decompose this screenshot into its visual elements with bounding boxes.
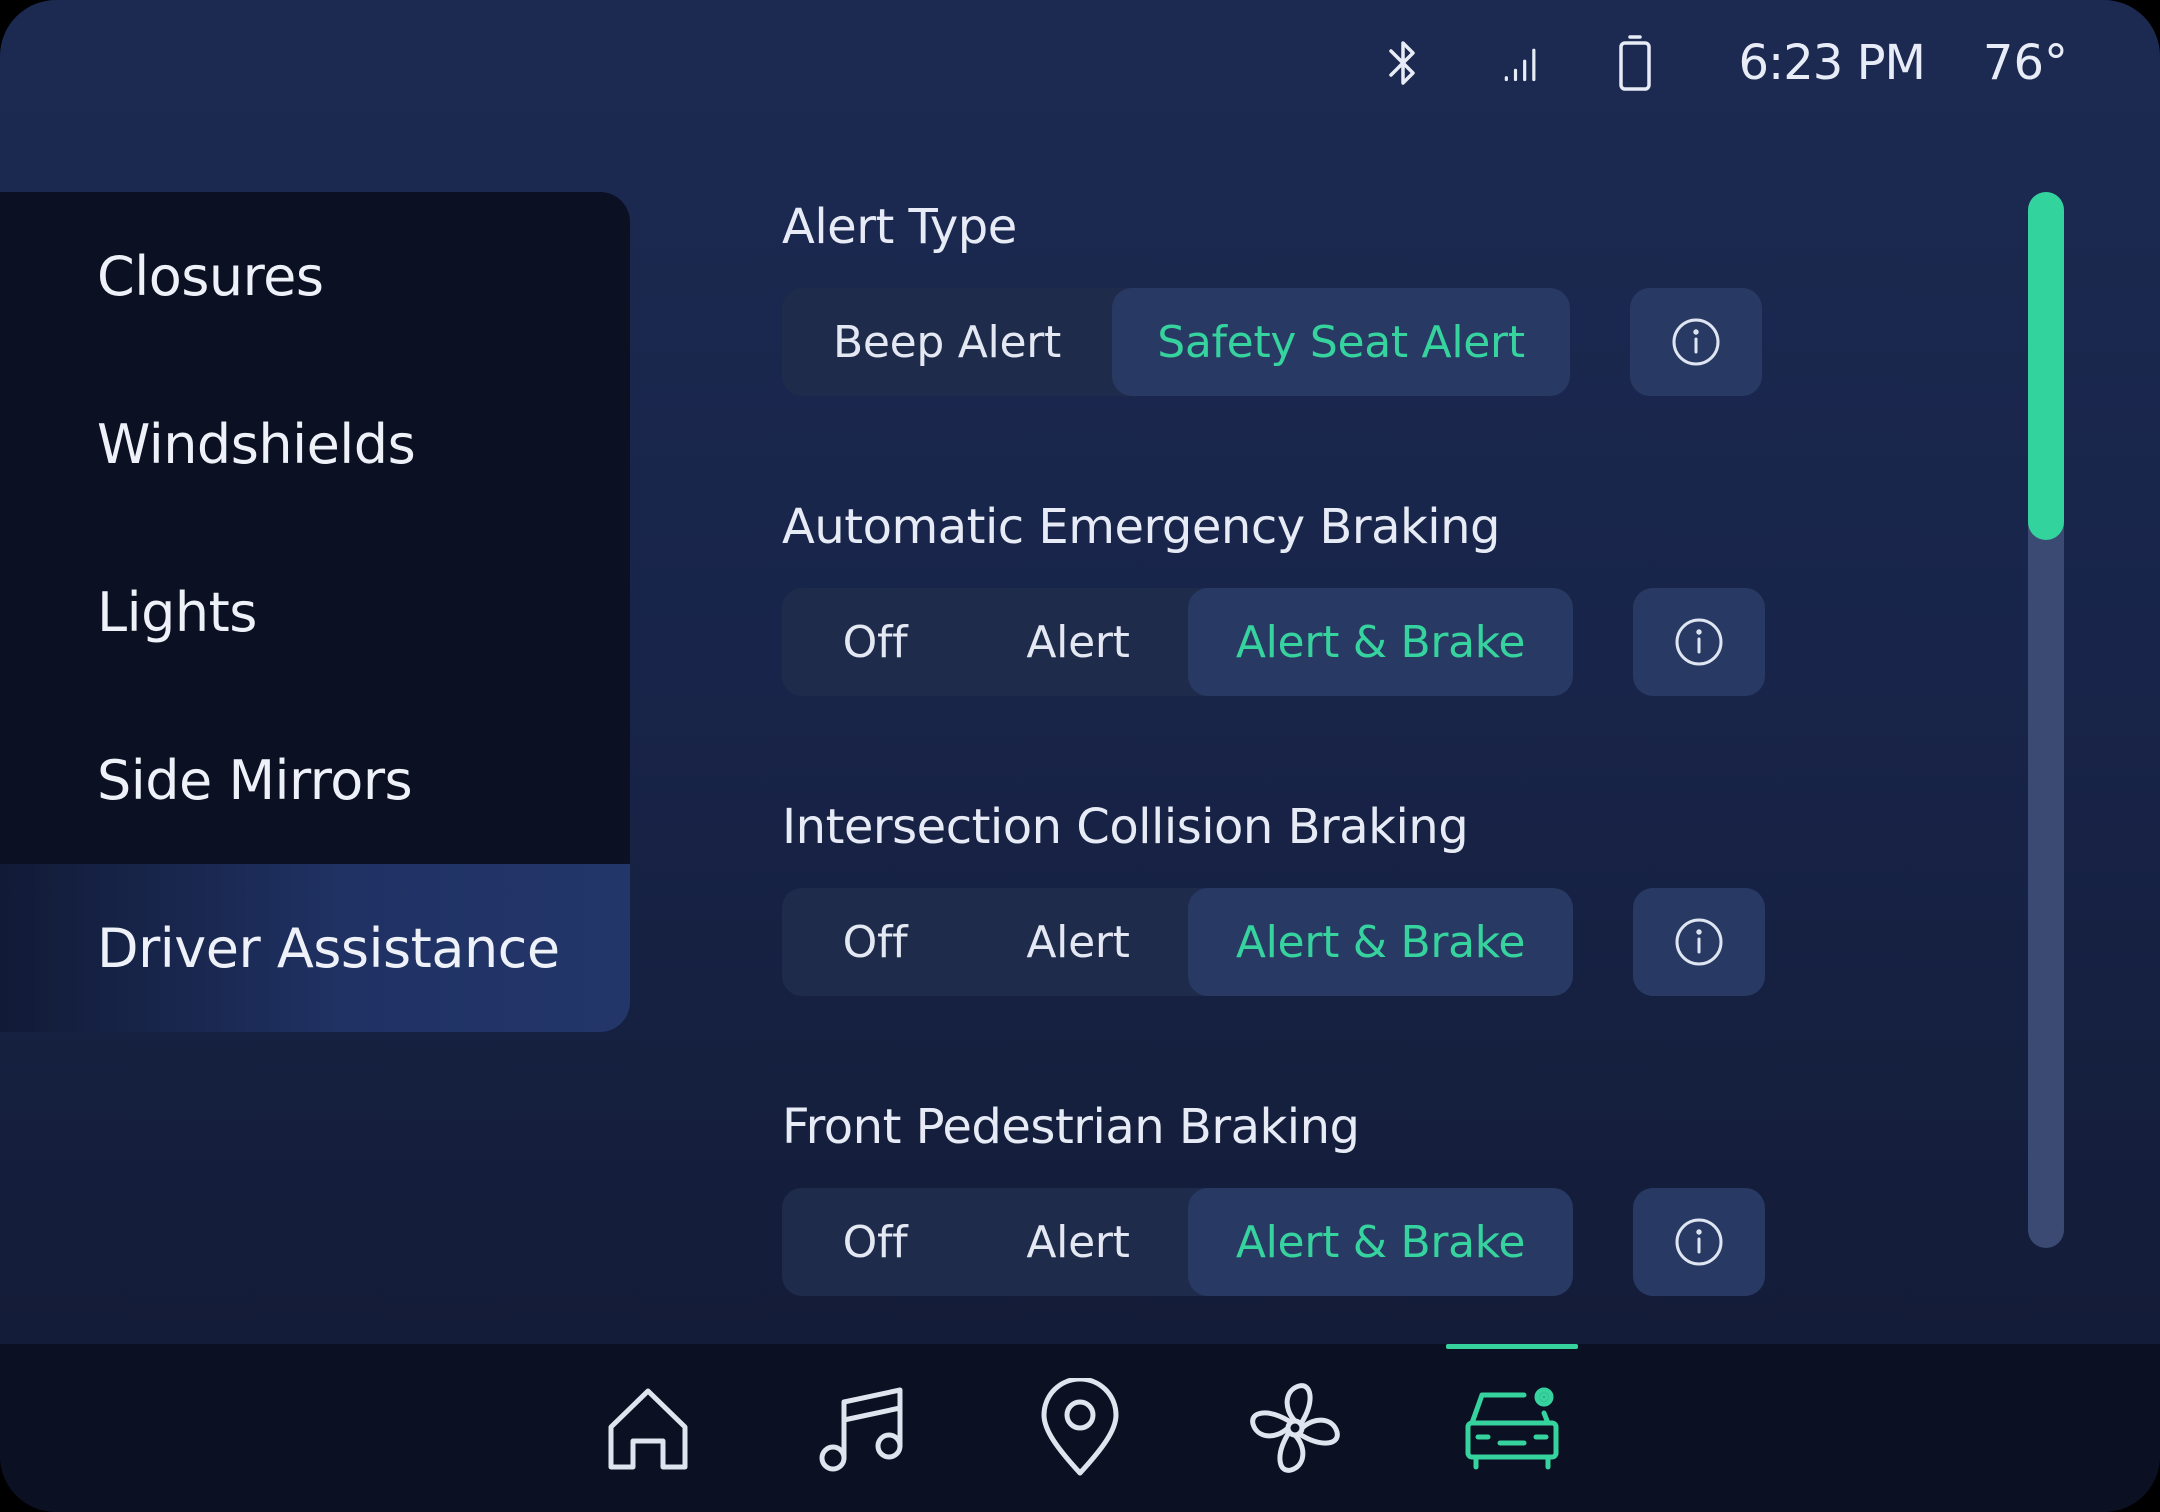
option-alert[interactable]: Alert [968,588,1188,696]
outside-temperature: 76° [1982,35,2068,91]
front-pedestrian-braking-setting: Front Pedestrian Braking Off Alert Alert… [782,1092,1782,1296]
active-tab-indicator [1446,1344,1578,1349]
option-alert-and-brake[interactable]: Alert & Brake [1188,1188,1573,1296]
sidebar-item-label: Driver Assistance [97,916,560,980]
alert-type-segmented-control: Beep Alert Safety Seat Alert [782,288,1570,396]
location-pin-icon [1041,1378,1119,1476]
option-off[interactable]: Off [782,588,968,696]
info-icon [1675,618,1723,666]
sidebar-item-lights[interactable]: Lights [0,528,630,696]
intersection-collision-braking-setting: Intersection Collision Braking Off Alert… [782,792,1782,996]
scrollbar-thumb[interactable] [2028,192,2064,540]
setting-title: Alert Type [782,199,1017,255]
info-icon [1672,318,1720,366]
fpb-info-button[interactable] [1633,1188,1765,1296]
bottom-navigation-bar [0,1344,2160,1512]
option-off[interactable]: Off [782,1188,968,1296]
fan-icon [1250,1383,1340,1473]
option-alert[interactable]: Alert [968,1188,1188,1296]
car-infotainment-screen: 6:23 PM 76° Closures Windshields Lights … [0,0,2160,1512]
option-beep-alert[interactable]: Beep Alert [782,288,1112,396]
car-settings-icon [1465,1387,1559,1470]
setting-title: Intersection Collision Braking [782,799,1469,855]
option-off[interactable]: Off [782,888,968,996]
option-safety-seat-alert[interactable]: Safety Seat Alert [1112,288,1570,396]
sidebar-item-label: Closures [97,244,324,308]
fpb-segmented-control: Off Alert Alert & Brake [782,1188,1573,1296]
sidebar-item-side-mirrors[interactable]: Side Mirrors [0,696,630,864]
aeb-info-button[interactable] [1633,588,1765,696]
sidebar-item-label: Lights [97,580,257,644]
automatic-emergency-braking-setting: Automatic Emergency Braking Off Alert Al… [782,492,1782,696]
option-alert-and-brake[interactable]: Alert & Brake [1188,588,1573,696]
sidebar-item-driver-assistance[interactable]: Driver Assistance [0,864,630,1032]
icb-info-button[interactable] [1633,888,1765,996]
signal-icon[interactable] [1499,33,1543,93]
alert-type-setting: Alert Type Beep Alert Safety Seat Alert [782,192,1782,396]
aeb-segmented-control: Off Alert Alert & Brake [782,588,1573,696]
nav-navigation[interactable] [1014,1344,1146,1512]
setting-title: Automatic Emergency Braking [782,499,1501,555]
nav-home[interactable] [582,1344,714,1512]
music-icon [819,1387,903,1472]
status-bar: 6:23 PM 76° [1381,28,2068,98]
nav-vehicle-settings[interactable] [1446,1344,1578,1512]
sidebar-item-closures[interactable]: Closures [0,192,630,360]
home-icon [608,1388,688,1470]
nav-climate[interactable] [1229,1344,1361,1512]
setting-title: Front Pedestrian Braking [782,1099,1360,1155]
option-alert-and-brake[interactable]: Alert & Brake [1188,888,1573,996]
option-alert[interactable]: Alert [968,888,1188,996]
sidebar-item-windshields[interactable]: Windshields [0,360,630,528]
nav-music[interactable] [797,1344,929,1512]
clock-time: 6:23 PM [1738,35,1926,91]
info-icon [1675,918,1723,966]
info-icon [1675,1218,1723,1266]
sidebar-item-label: Windshields [97,412,416,476]
settings-category-sidebar: Closures Windshields Lights Side Mirrors… [0,192,630,1032]
icb-segmented-control: Off Alert Alert & Brake [782,888,1573,996]
content-scrollbar[interactable] [2028,192,2064,1248]
bluetooth-icon[interactable] [1381,33,1425,93]
battery-icon[interactable] [1613,33,1657,93]
alert-type-info-button[interactable] [1630,288,1762,396]
sidebar-item-label: Side Mirrors [97,748,413,812]
